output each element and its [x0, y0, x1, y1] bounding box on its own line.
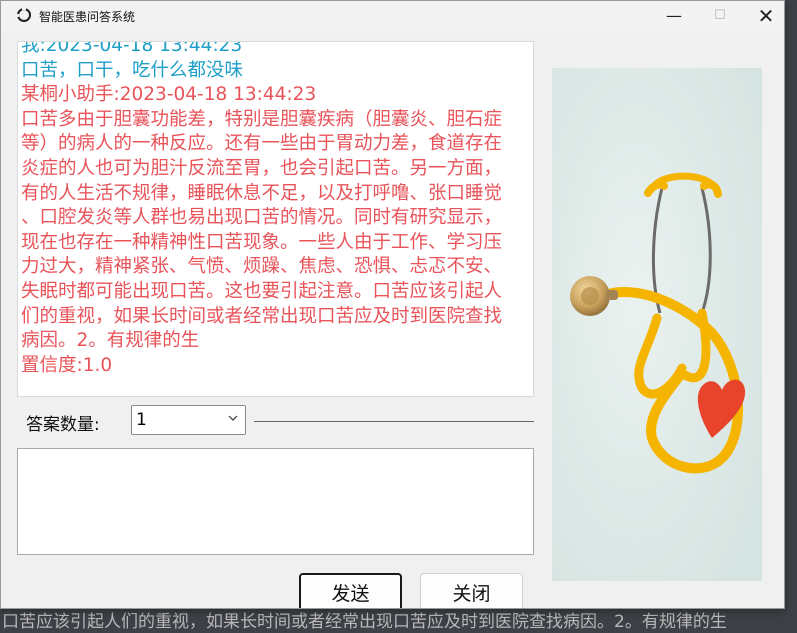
answer-count-value: 1 — [136, 410, 147, 430]
bot-message-line: 们的重视，如果长时间或者经常出现口苦应及时到医院查找 — [21, 305, 503, 327]
bot-message-line: 、口腔发炎等人群也易出现口苦的情况。同时有研究显示， — [21, 207, 503, 229]
window-title: 智能医患问答系统 — [39, 10, 136, 24]
answer-count-select[interactable]: 1 — [131, 405, 246, 435]
background-text-line: 口苦应该引起人们的重视，如果长时间或者经常出现口苦应及时到医院查找病因。2。有规… — [2, 612, 727, 632]
bot-message-line: 有的人生活不规律，睡眠休息不足，以及打呼噜、张口睡觉 — [21, 182, 503, 204]
bot-message-line: 失眠时都可能出现口苦。这也要引起注意。口苦应该引起人 — [21, 280, 503, 302]
bot-message-line: 炎症的人也可为胆汁反流至胃，也会引起口苦。另一方面， — [21, 157, 503, 179]
stethoscope-heart-illustration — [552, 68, 762, 581]
bot-message-line: 置信度:1.0 — [21, 354, 113, 376]
chevron-down-icon — [228, 415, 238, 421]
stethoscope-image — [552, 68, 762, 581]
title-bar[interactable]: 智能医患问答系统 — ☐ ✕ — [1, 1, 784, 31]
answer-count-label: 答案数量: — [26, 415, 100, 435]
maximize-button[interactable]: ☐ — [697, 1, 743, 31]
divider-line — [254, 421, 534, 422]
chat-history[interactable]: 我:2023-04-18 13:44:23 口苦，口干，吃什么都没味某桐小助手:2… — [17, 41, 534, 397]
app-window: 智能医患问答系统 — ☐ ✕ 我:2023-04-18 13:44:23 口苦，口… — [0, 0, 785, 609]
app-icon — [16, 7, 31, 22]
bot-message-line: 口苦多由于胆囊功能差，特别是胆囊疾病（胆囊炎、胆石症 — [21, 108, 503, 130]
bot-message-line: 病因。2。有规律的生 — [21, 330, 200, 352]
bot-message-line: 现在也存在一种精神性口苦现象。一些人由于工作、学习压 — [21, 231, 503, 253]
close-window-button[interactable]: ✕ — [743, 1, 784, 31]
bot-message-line: 等）的病人的一种反应。还有一些由于胃动力差，食道存在 — [21, 133, 503, 155]
bot-message-line: 力过大，精神紧张、气愤、烦躁、焦虑、恐惧、忐忑不安、 — [21, 256, 503, 278]
minimize-button[interactable]: — — [651, 1, 697, 31]
user-message-line: 我:2023-04-18 13:44:23 — [21, 41, 243, 56]
bot-message-line: 某桐小助手:2023-04-18 13:44:23 — [21, 84, 317, 106]
question-input[interactable] — [17, 448, 534, 555]
close-button[interactable]: 关闭 — [420, 573, 523, 608]
send-button[interactable]: 发送 — [299, 573, 402, 608]
user-message-line: 口苦，口干，吃什么都没味 — [21, 59, 244, 81]
message-list: 我:2023-04-18 13:44:23 口苦，口干，吃什么都没味某桐小助手:2… — [21, 41, 533, 378]
